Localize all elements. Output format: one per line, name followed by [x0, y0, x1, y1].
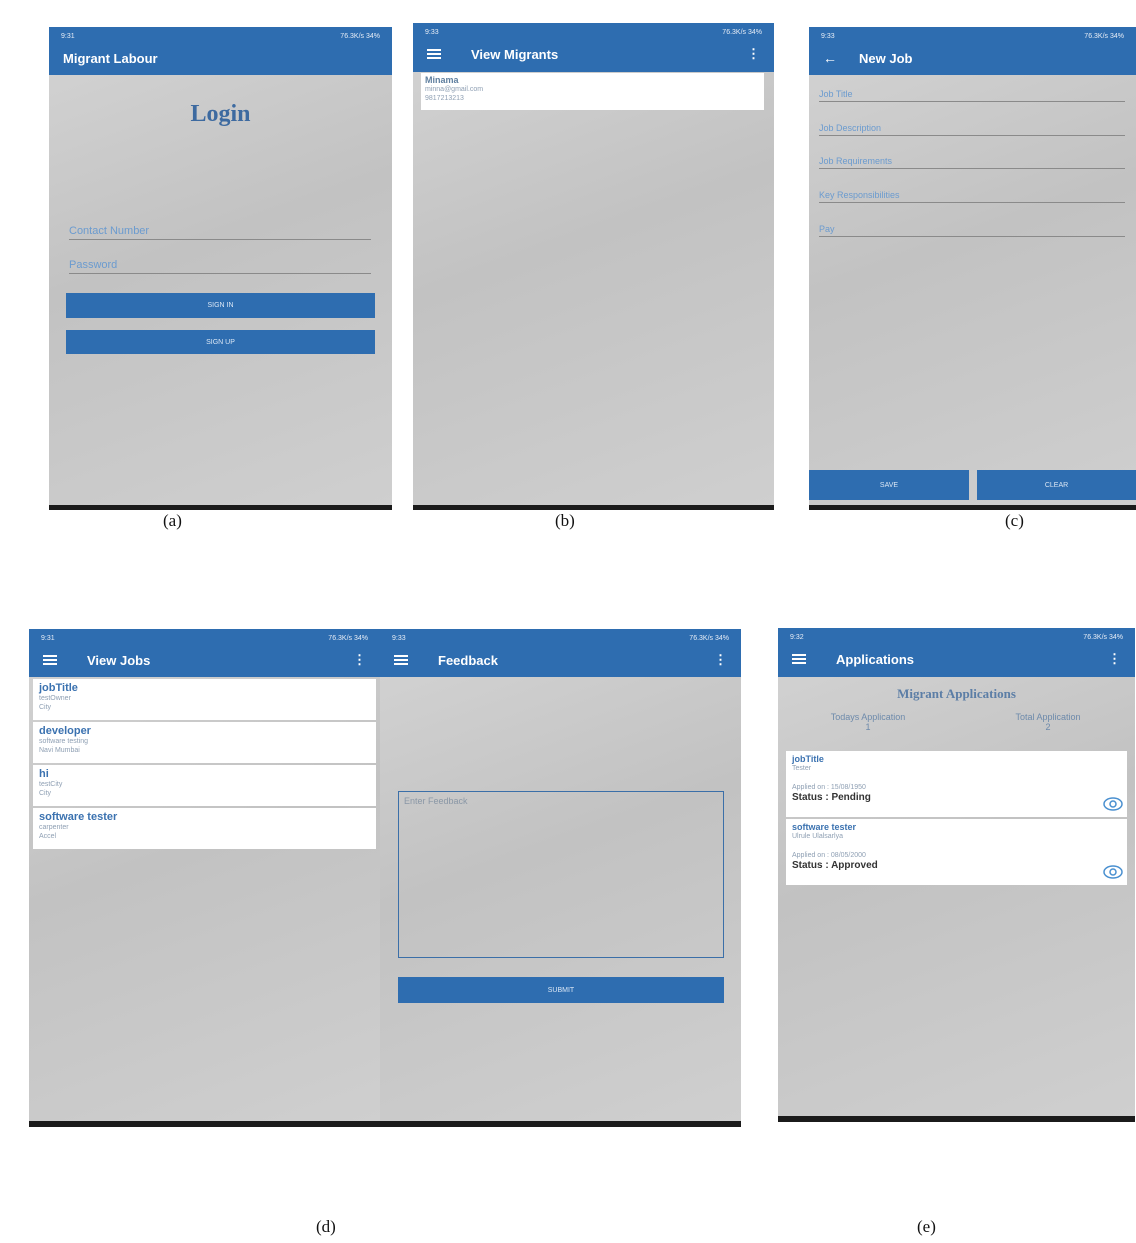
menu-icon[interactable] [43, 653, 57, 667]
submit-button[interactable]: SUBMIT [398, 977, 724, 1003]
todays-application-value: 1 [865, 722, 871, 732]
total-application-value: 2 [1045, 722, 1051, 732]
overflow-menu-icon[interactable]: ⋮ [714, 652, 727, 668]
new-job-screen: 9:33 76.3K/s 34% ← New Job Job Title Job … [809, 27, 1136, 510]
caption-a: (a) [163, 511, 182, 530]
job-list-item[interactable]: jobTitle testOwner City [33, 679, 376, 720]
contact-number-field[interactable]: Contact Number [69, 225, 371, 240]
job-title-field[interactable]: Job Title [819, 89, 1125, 102]
overflow-menu-icon[interactable]: ⋮ [747, 46, 760, 62]
menu-icon[interactable] [394, 653, 408, 667]
screen-title: New Job [859, 50, 913, 66]
application-list-item[interactable]: software tester Ulrule Ulalsarlya Applie… [786, 819, 1127, 885]
application-date: Applied on : 15/08/1950 [792, 784, 866, 791]
job-title: jobTitle [39, 682, 78, 694]
migrant-name: Minama [425, 75, 459, 85]
application-status: Status : Pending [792, 792, 871, 803]
overflow-menu-icon[interactable]: ⋮ [1108, 651, 1121, 667]
login-appbar: 9:31 76.3K/s 34% Migrant Labour [49, 27, 392, 75]
applications-screen: 9:32 76.3K/s 34% Applications ⋮ Migrant A… [778, 628, 1135, 1122]
view-migrants-screen: 9:33 76.3K/s 34% View Migrants ⋮ Minama m… [413, 23, 774, 510]
application-subtitle: Ulrule Ulalsarlya [792, 833, 843, 840]
pay-field[interactable]: Pay [819, 224, 1125, 237]
migrant-list-item[interactable]: Minama minna@gmail.com 9817213213 [421, 73, 764, 110]
sign-in-button[interactable]: SIGN IN [66, 293, 375, 318]
application-list-item[interactable]: jobTitle Tester Applied on : 15/08/1950 … [786, 751, 1127, 817]
job-line1: testCity [39, 781, 63, 788]
migrant-email: minna@gmail.com [425, 86, 484, 93]
screen-title: Feedback [438, 652, 498, 668]
overflow-menu-icon[interactable]: ⋮ [353, 652, 366, 668]
status-indicators: 76.3K/s 34% [340, 32, 380, 40]
status-indicators: 76.3K/s 34% [1083, 633, 1123, 641]
applications-heading: Migrant Applications [897, 686, 1016, 701]
application-date: Applied on : 08/05/2000 [792, 852, 866, 859]
todays-application-label: Todays Application [830, 712, 906, 722]
back-arrow-icon[interactable]: ← [823, 50, 837, 66]
job-line1: carpenter [39, 824, 69, 831]
todays-application-stat: Todays Application 1 [798, 712, 938, 732]
job-line2: Navi Mumbai [39, 747, 80, 754]
screen-title: View Migrants [471, 46, 559, 62]
status-indicators: 76.3K/s 34% [328, 634, 368, 642]
job-line2: City [39, 704, 52, 711]
status-bar: 9:31 76.3K/s 34% [49, 27, 392, 45]
password-field[interactable]: Password [69, 259, 371, 274]
job-list-item[interactable]: developer software testing Navi Mumbai [33, 722, 376, 763]
new-job-appbar: 9:33 76.3K/s 34% ← New Job [809, 27, 1136, 75]
caption-c: (c) [1005, 511, 1024, 530]
total-application-stat: Total Application 2 [978, 712, 1118, 732]
job-requirements-field[interactable]: Job Requirements [819, 156, 1125, 169]
status-indicators: 76.3K/s 34% [1084, 32, 1124, 40]
clear-button[interactable]: CLEAR [977, 470, 1136, 500]
save-button[interactable]: SAVE [809, 470, 969, 500]
status-indicators: 76.3K/s 34% [722, 28, 762, 36]
total-application-label: Total Application [1015, 712, 1081, 722]
job-title: software tester [39, 811, 118, 823]
job-line1: testOwner [39, 695, 71, 702]
status-time: 9:33 [821, 32, 835, 40]
application-subtitle: Tester [792, 765, 812, 772]
view-jobs-screen: 9:31 76.3K/s 34% View Jobs ⋮ jobTitle tes… [29, 629, 380, 1127]
migrant-phone: 9817213213 [425, 95, 464, 102]
sign-up-button[interactable]: SIGN UP [66, 330, 375, 354]
status-time: 9:33 [392, 634, 406, 642]
status-time: 9:31 [41, 634, 55, 642]
caption-d: (d) [316, 1217, 336, 1236]
job-title: developer [39, 725, 91, 737]
eye-icon[interactable] [1103, 797, 1123, 811]
applications-appbar: 9:32 76.3K/s 34% Applications ⋮ [778, 628, 1135, 677]
job-title: hi [39, 768, 49, 780]
key-responsibilities-field[interactable]: Key Responsibilities [819, 190, 1125, 203]
screen-title: Applications [836, 651, 915, 667]
application-job-title: jobTitle [792, 754, 824, 764]
feedback-textarea[interactable]: Enter Feedback [398, 791, 724, 958]
caption-e: (e) [917, 1217, 936, 1236]
job-line1: software testing [39, 738, 89, 745]
status-time: 9:33 [425, 28, 439, 36]
migrants-appbar: 9:33 76.3K/s 34% View Migrants ⋮ [413, 23, 774, 72]
menu-icon[interactable] [427, 47, 441, 61]
application-status: Status : Approved [792, 860, 878, 871]
job-line2: City [39, 790, 52, 797]
job-list-item[interactable]: hi testCity City [33, 765, 376, 806]
screen-title: View Jobs [87, 652, 151, 668]
status-indicators: 76.3K/s 34% [689, 634, 729, 642]
status-time: 9:32 [790, 633, 804, 641]
eye-icon[interactable] [1103, 865, 1123, 879]
status-time: 9:31 [61, 32, 75, 40]
feedback-screen: 9:33 76.3K/s 34% Feedback ⋮ Enter Feedbac… [380, 629, 741, 1127]
application-job-title: software tester [792, 822, 857, 832]
app-title: Migrant Labour [63, 50, 158, 66]
job-line2: Accel [39, 833, 57, 840]
menu-icon[interactable] [792, 652, 806, 666]
job-list-item[interactable]: software tester carpenter Accel [33, 808, 376, 849]
login-heading: Login [190, 101, 251, 127]
login-screen: 9:31 76.3K/s 34% Migrant Labour Login Co… [49, 27, 392, 510]
feedback-appbar: 9:33 76.3K/s 34% Feedback ⋮ [380, 629, 741, 677]
job-description-field[interactable]: Job Description [819, 123, 1125, 136]
jobs-appbar: 9:31 76.3K/s 34% View Jobs ⋮ [29, 629, 380, 677]
caption-b: (b) [555, 511, 575, 530]
